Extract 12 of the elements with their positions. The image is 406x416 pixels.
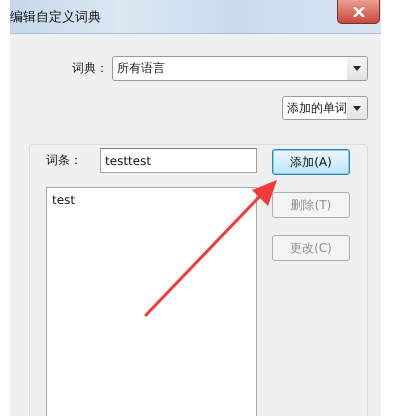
caret-icon: [353, 106, 361, 110]
caret-icon: [353, 66, 361, 71]
close-button[interactable]: [337, 0, 380, 24]
entry-field[interactable]: testtest: [100, 148, 257, 173]
window-title: 编辑自定义词典: [10, 8, 101, 26]
dictionary-label: 词典：: [71, 60, 109, 77]
entry-label: 词条：: [46, 152, 83, 169]
action-button[interactable]: 添加(A): [272, 149, 350, 175]
filter-dropdown[interactable]: 添加的单词: [282, 96, 368, 120]
word-list-item[interactable]: test: [52, 192, 251, 208]
close-icon: [352, 6, 364, 16]
dictionary-dropdown[interactable]: 所有语言: [112, 56, 368, 81]
